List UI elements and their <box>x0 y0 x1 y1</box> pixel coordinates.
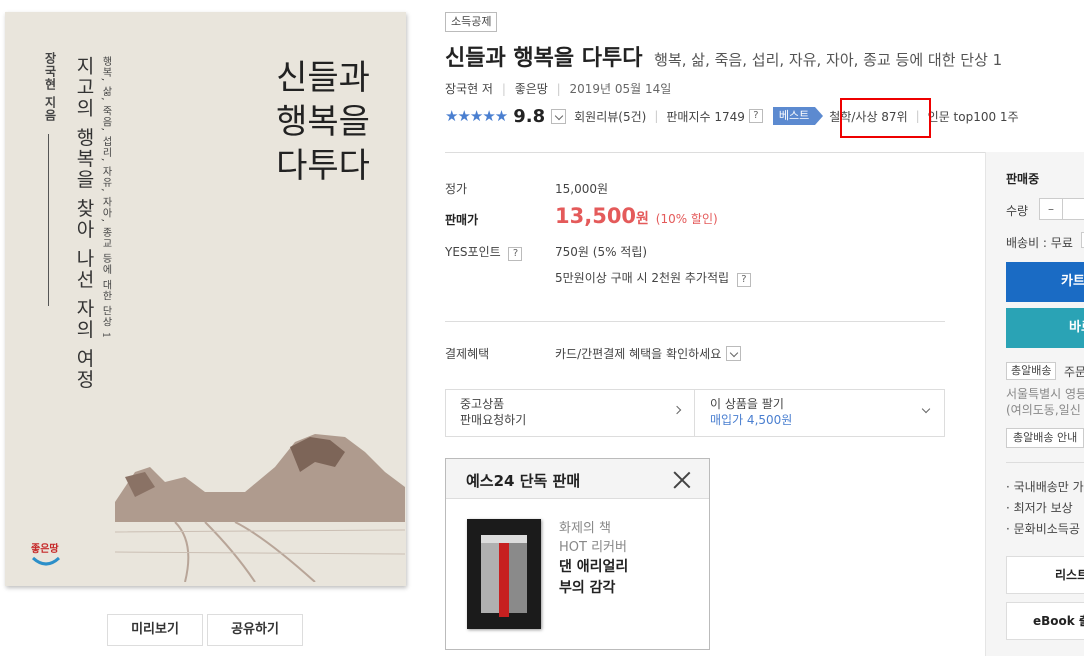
separator: | <box>501 82 506 96</box>
used-sell-request[interactable]: 중고상품 판매요청하기 <box>446 390 695 436</box>
buy-now-button[interactable]: 바로 <box>1006 308 1084 348</box>
benefit-label: 결제혜택 <box>445 347 490 361</box>
product-meta: 장국현 저 | 좋은땅 | 2019년 05월 14일 <box>445 80 671 97</box>
promo-line: 화제의 책 <box>559 521 611 536</box>
cover-subtitle: 지고의 행복을 찾아 나선 자의 여정 <box>73 56 95 391</box>
preview-button[interactable]: 미리보기 <box>107 614 203 646</box>
promo-book-title: 부의 감각 <box>559 580 616 596</box>
sale-discount: (10% 할인) <box>655 212 718 226</box>
rank-top100[interactable]: 인문 top100 1주 <box>928 108 1019 125</box>
income-deduction-badge: 소득공제 <box>445 12 498 32</box>
list-price-value: 15,000원 <box>555 182 609 196</box>
ebook-button[interactable]: eBook 출 <box>1006 602 1084 640</box>
used-left-sub: 판매요청하기 <box>460 413 527 427</box>
sale-price-block: 13,500원 (10% 할인) <box>555 204 718 228</box>
exclusive-heading: 예스24 단독 판매 <box>466 472 581 490</box>
help-icon[interactable]: ? <box>736 273 751 287</box>
cover-title-line: 다투다 <box>276 146 370 186</box>
smile-icon <box>31 556 61 566</box>
address-line: 서울특별시 영등 <box>1006 387 1084 401</box>
cover-landscape-illustration <box>115 434 405 582</box>
bullet-item: · 최저가 보상 <box>1006 501 1073 515</box>
used-product-box: 중고상품 판매요청하기 이 상품을 팔기 매입가 4,500원 <box>445 389 945 437</box>
cover-small-text: 행복, 삶, 죽음, 섭리, 자유, 자아, 종교 등에 대한 단상 1 <box>100 56 111 340</box>
benefit-value[interactable]: 카드/간편결제 혜택을 확인하세요 <box>555 345 749 362</box>
highlight-box <box>840 98 931 138</box>
yes-point-label: YES포인트 ? <box>445 243 523 261</box>
delivery-address: 서울특별시 영등 (여의도동,일신 <box>1006 386 1084 418</box>
share-button[interactable]: 공유하기 <box>207 614 303 646</box>
cover-title-line: 행복을 <box>276 102 370 142</box>
rating-score: 9.8 <box>513 105 546 127</box>
cover-author: 장국현 지음 <box>43 52 57 123</box>
separator: | <box>556 82 561 96</box>
best-tag: 베스트 <box>772 107 824 125</box>
fast-delivery-badge: 총알배송 <box>1006 362 1057 380</box>
sales-index: 판매지수 1749 <box>666 109 745 124</box>
product-subtitle: 행복, 삶, 죽음, 섭리, 자유, 자아, 종교 등에 대한 단상 1 <box>654 51 1003 69</box>
divider <box>1006 462 1084 463</box>
purchase-panel: 판매중 수량 – 배송비 : 무료 카트 바로 총알배송 주문 서울특별시 영등… <box>985 152 1084 656</box>
fast-delivery-info-button[interactable]: 총알배송 안내 <box>1006 428 1084 448</box>
cover-title-line: 신들과 <box>276 58 370 98</box>
yes-point-extra: 5만원이상 구매 시 2천원 추가적립 ? <box>555 269 751 287</box>
publisher-logo: 좋은땅 <box>31 538 61 572</box>
rating-stars: ★★★★★ <box>445 107 508 125</box>
buyback-price: 매입가 4,500원 <box>710 413 793 427</box>
used-right-title: 이 상품을 팔기 <box>710 397 784 411</box>
yes-point-extra-text: 5만원이상 구매 시 2천원 추가적립 <box>555 271 730 285</box>
sale-price-label: 판매가 <box>445 213 479 227</box>
list-price-label: 정가 <box>445 182 468 196</box>
yes-point-label-text: YES포인트 <box>445 245 501 259</box>
wishlist-button[interactable]: 리스트 <box>1006 556 1084 594</box>
bullet-item: · 문화비소득공 <box>1006 522 1080 536</box>
promo-book-cover[interactable] <box>467 519 541 629</box>
promo-book-author: 댄 애리얼리 <box>559 559 629 575</box>
author-link[interactable]: 장국현 저 <box>445 82 493 96</box>
product-title-main: 신들과 행복을 다투다 <box>445 46 643 71</box>
qty-label: 수량 <box>1006 204 1029 218</box>
review-link[interactable]: 회원리뷰(5건) <box>574 108 646 125</box>
qty-minus-button[interactable]: – <box>1039 198 1063 220</box>
promo-book-art <box>467 519 541 629</box>
sale-price-value: 13,500 <box>555 204 637 228</box>
sale-price-unit: 원 <box>636 211 649 227</box>
fast-delivery-text: 주문 <box>1064 365 1084 379</box>
product-title: 신들과 행복을 다투다 행복, 삶, 죽음, 섭리, 자유, 자아, 종교 등에… <box>445 40 1002 72</box>
publisher-link[interactable]: 좋은땅 <box>515 82 548 96</box>
rating-row: ★★★★★ 9.8 회원리뷰(5건) | 판매지수 1749 ? 베스트 철학/… <box>445 105 1019 127</box>
cover-title: 신들과 행복을 다투다 <box>263 56 383 188</box>
address-line: (여의도동,일신 <box>1006 403 1081 417</box>
benefit-text: 카드/간편결제 혜택을 확인하세요 <box>555 347 722 361</box>
shipping-fee: 배송비 : 무료 <box>1006 236 1073 250</box>
sale-status: 판매중 <box>1006 172 1040 186</box>
sell-this-product[interactable]: 이 상품을 팔기 매입가 4,500원 <box>696 390 945 436</box>
bullet-item: · 국내배송만 가 <box>1006 480 1084 494</box>
publish-date: 2019년 05월 14일 <box>569 82 672 96</box>
chevron-down-icon[interactable] <box>726 346 742 361</box>
separator: | <box>654 109 659 123</box>
help-icon[interactable]: ? <box>748 109 763 123</box>
used-left-title: 중고상품 <box>460 397 505 411</box>
close-icon[interactable] <box>673 471 691 489</box>
promo-text[interactable]: 화제의 책 HOT 리커버 댄 애리얼리 부의 감각 <box>559 519 628 599</box>
cover-divider <box>48 134 49 306</box>
qty-input[interactable] <box>1062 198 1084 220</box>
promo-line: HOT 리커버 <box>559 540 627 555</box>
exclusive-promo: 예스24 단독 판매 화제의 책 HOT 리커버 댄 애리얼리 부의 감각 <box>445 458 710 650</box>
divider <box>445 321 945 322</box>
help-icon[interactable]: ? <box>508 247 523 261</box>
book-cover[interactable]: 장국현 지음 지고의 행복을 찾아 나선 자의 여정 행복, 삶, 죽음, 섭리… <box>5 12 406 586</box>
cart-button[interactable]: 카트 <box>1006 262 1084 302</box>
exclusive-header: 예스24 단독 판매 <box>446 459 709 499</box>
publisher-logo-text: 좋은땅 <box>31 544 59 555</box>
yes-point-value: 750원 (5% 적립) <box>555 245 648 259</box>
rating-dropdown-icon[interactable] <box>551 108 567 124</box>
